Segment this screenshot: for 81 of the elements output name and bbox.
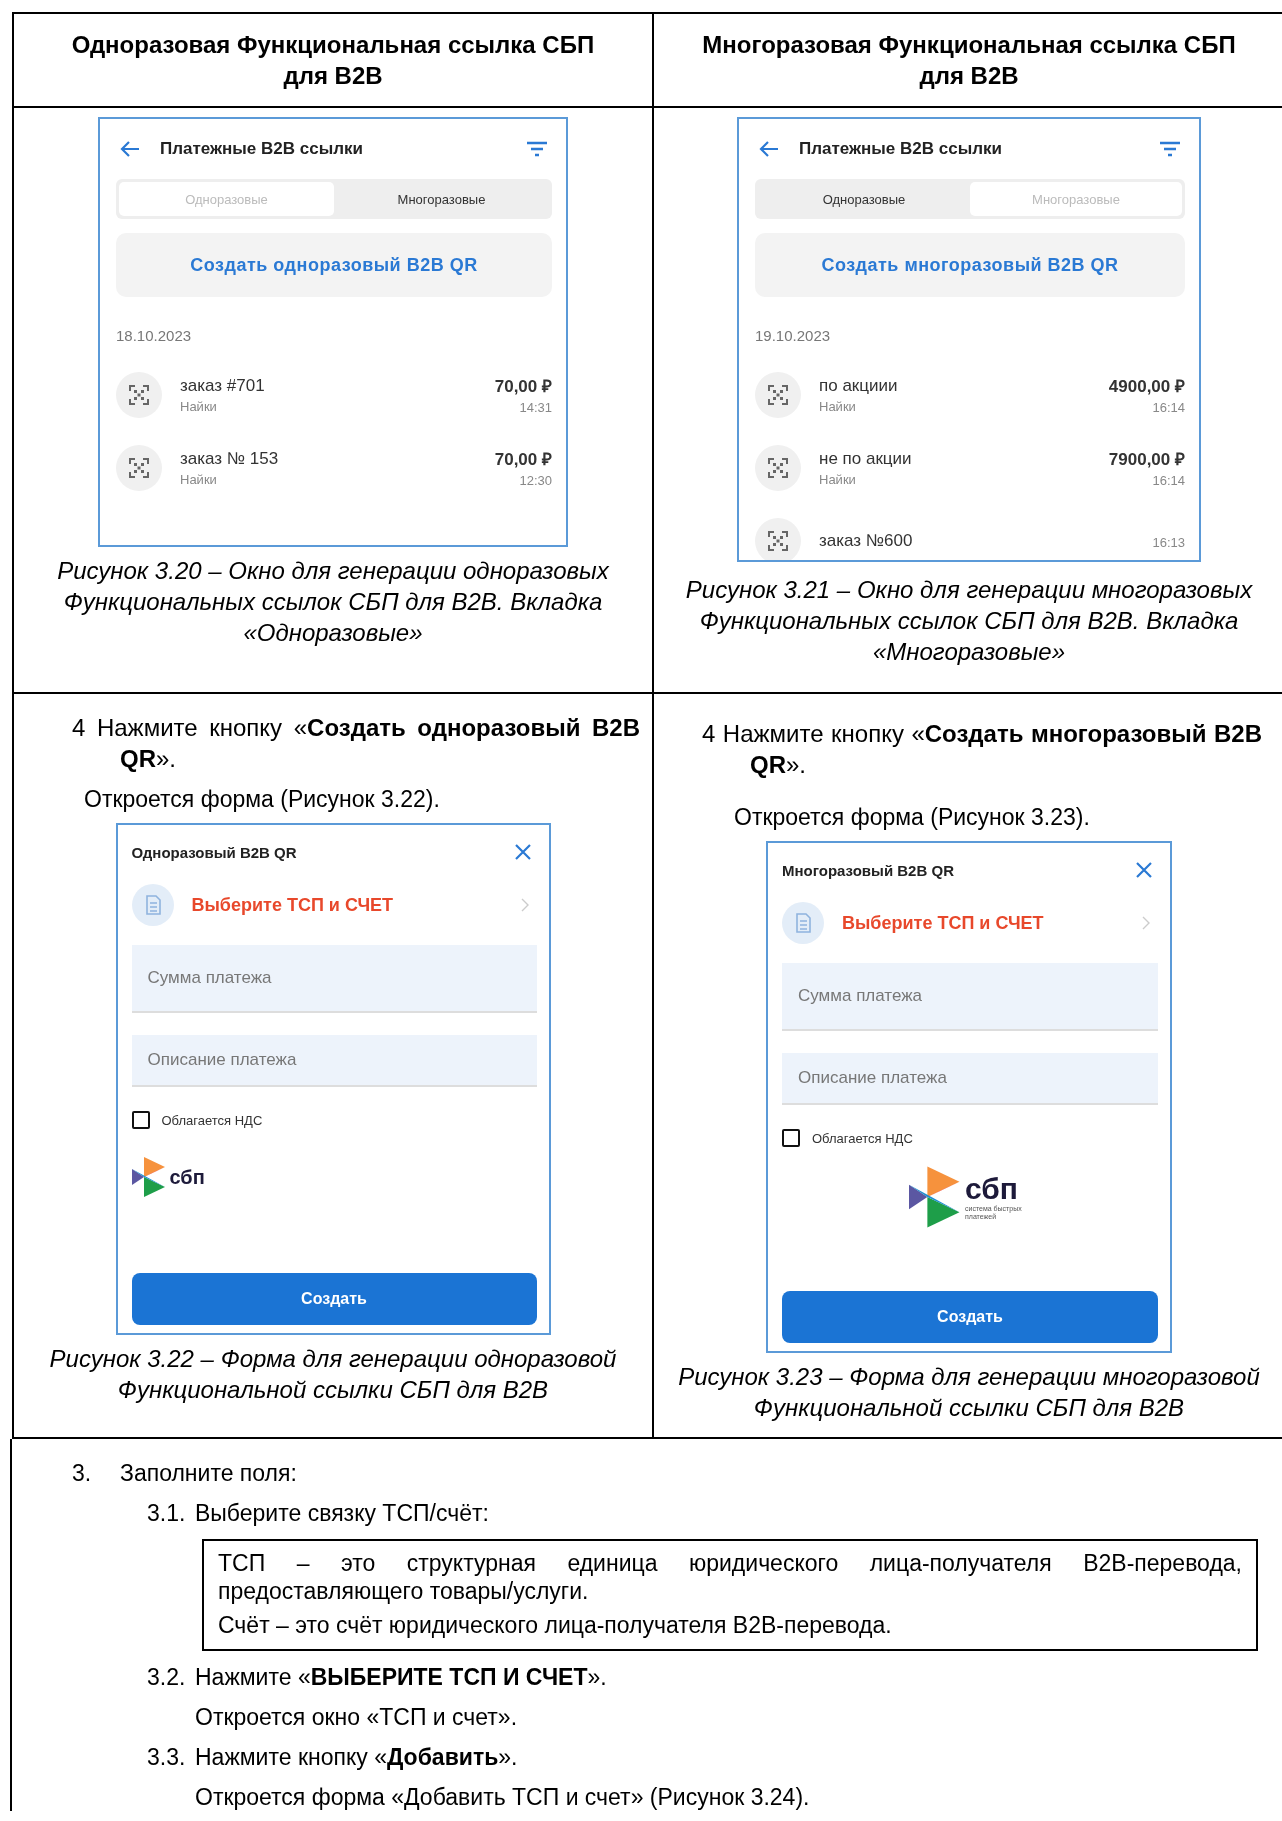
list-number: 3.2. — [147, 1663, 187, 1691]
amount: 7900,00 ₽ — [1108, 449, 1185, 470]
logo-wordmark: сбп — [169, 1165, 205, 1189]
time: 12:30 — [519, 473, 552, 488]
note-paragraph: Счёт – это счёт юридического лица-получателя B2B-перевода. — [218, 1611, 893, 1639]
list-text: Нажмите «ВЫБЕРИТЕ ТСП И СЧЕТ». — [195, 1663, 607, 1691]
input-field[interactable]: Описание платежа — [782, 1053, 1158, 1105]
input-field[interactable]: Описание платежа — [131, 1035, 537, 1087]
date-label: 18.10.2023 — [116, 327, 193, 344]
qr-icon — [755, 444, 801, 491]
payment-link-title: заказ #701 — [180, 375, 266, 396]
screen-title: Платежные B2B ссылки — [799, 139, 1003, 159]
payment-link-subtitle: Найки — [180, 471, 218, 487]
logo-wordmark: сбп — [965, 1173, 1019, 1205]
time: 14:31 — [519, 400, 552, 415]
form-title: Многоразовый B2B QR — [782, 861, 954, 879]
time: 16:13 — [1152, 534, 1185, 550]
tab[interactable]: Одноразовые — [758, 182, 970, 216]
create-qr-button[interactable]: Создать одноразовый B2B QR — [116, 233, 552, 297]
payment-link-subtitle: Найки — [819, 471, 857, 487]
checkbox-label: Облагается НДС — [812, 1130, 913, 1146]
note-paragraph: ТСП – это структурная единица юридического лица-получателя B2B-перевода, предоставляющего товары/услуги. — [218, 1549, 1242, 1605]
list-text: Нажмите кнопку «Добавить». — [195, 1743, 518, 1771]
sbp-logo-icon — [131, 1157, 166, 1197]
step-note: Откроется форма (Рисунок 3.22). — [84, 786, 440, 813]
list-text: Заполните поля: — [120, 1459, 297, 1487]
payment-link-title: заказ №600 — [819, 530, 914, 551]
checkbox[interactable] — [131, 1111, 150, 1129]
select-merchant-row[interactable]: Выберите ТСП и СЧЕТ — [131, 875, 537, 935]
payment-link-title: по акциии — [819, 375, 899, 396]
column-heading: Одноразовая Функциональная ссылка СБП для B2B — [70, 30, 596, 91]
qr-icon — [755, 517, 801, 560]
column-heading: Многоразовая Функциональная ссылка СБП для B2B — [701, 30, 1237, 91]
create-button[interactable]: Создать — [131, 1273, 537, 1325]
list-number: 3. — [72, 1459, 93, 1487]
step-note: Откроется форма (Рисунок 3.23). — [734, 804, 1090, 831]
back-arrow-icon[interactable] — [759, 140, 779, 158]
figure-caption: Рисунок 3.21 – Окно для генерации многоразовых Функциональных ссылок СБП для B2B. Вкладка «Многоразовые» — [684, 575, 1254, 667]
qr-icon — [755, 371, 801, 418]
checkbox-label: Облагается НДС — [161, 1112, 263, 1128]
form-title: Одноразовый B2B QR — [131, 843, 297, 861]
amount: 70,00 ₽ — [494, 376, 552, 397]
create-button[interactable]: Создать — [782, 1291, 1158, 1343]
figure-caption: Рисунок 3.23 – Форма для генерации многоразовой Функциональной ссылки СБП для B2B — [677, 1362, 1261, 1423]
tab[interactable]: Многоразовые — [334, 182, 549, 216]
payment-link-subtitle: Найки — [819, 398, 857, 414]
filter-icon[interactable] — [526, 141, 548, 157]
figure-caption: Рисунок 3.22 – Форма для генерации одноразовой Функциональной ссылки СБП для B2B — [48, 1344, 618, 1405]
back-arrow-icon[interactable] — [120, 140, 140, 158]
payment-link-title: не по акции — [819, 448, 913, 469]
document-icon — [131, 884, 174, 926]
select-merchant-row[interactable]: Выберите ТСП и СЧЕТ — [782, 893, 1158, 953]
time: 16:14 — [1152, 473, 1185, 488]
chevron-right-icon — [1142, 916, 1150, 930]
date-label: 19.10.2023 — [755, 327, 832, 344]
create-qr-button[interactable]: Создать многоразовый B2B QR — [755, 233, 1185, 297]
list-text: Выберите связку ТСП/счёт: — [195, 1499, 489, 1527]
close-icon[interactable] — [514, 844, 531, 860]
qr-icon — [116, 371, 162, 418]
payment-link-title: заказ № 153 — [180, 448, 280, 469]
sbp-logo-icon — [909, 1166, 961, 1228]
checkbox[interactable] — [782, 1129, 800, 1147]
time: 16:14 — [1152, 400, 1185, 415]
amount: 70,00 ₽ — [494, 449, 552, 470]
input-field[interactable]: Сумма платежа — [131, 945, 537, 1013]
filter-icon[interactable] — [1159, 141, 1181, 157]
input-field[interactable]: Сумма платежа — [782, 963, 1158, 1031]
step-text: 4 Нажмите кнопку «Создать многоразовый B2B QR». — [702, 719, 1262, 780]
list-number: 3.1. — [147, 1499, 187, 1527]
payment-link-subtitle: Найки — [180, 398, 218, 414]
step-text: 4 Нажмите кнопку «Создать одноразовый B2B QR». — [72, 713, 640, 774]
document-icon — [782, 902, 824, 944]
figure-caption: Рисунок 3.20 – Окно для генерации одноразовых Функциональных ссылок СБП для B2B. Вкладка «Одноразовые» — [56, 556, 610, 648]
screen-title: Платежные B2B ссылки — [160, 139, 364, 159]
close-icon[interactable] — [1136, 862, 1152, 878]
paragraph: Откроется окно «ТСП и счет». — [195, 1703, 519, 1731]
qr-icon — [116, 444, 162, 491]
list-number: 3.3. — [147, 1743, 187, 1771]
amount: 4900,00 ₽ — [1108, 376, 1185, 397]
paragraph: Откроется форма «Добавить ТСП и счет» (Рисунок 3.24). — [195, 1783, 811, 1811]
chevron-right-icon — [520, 898, 529, 912]
